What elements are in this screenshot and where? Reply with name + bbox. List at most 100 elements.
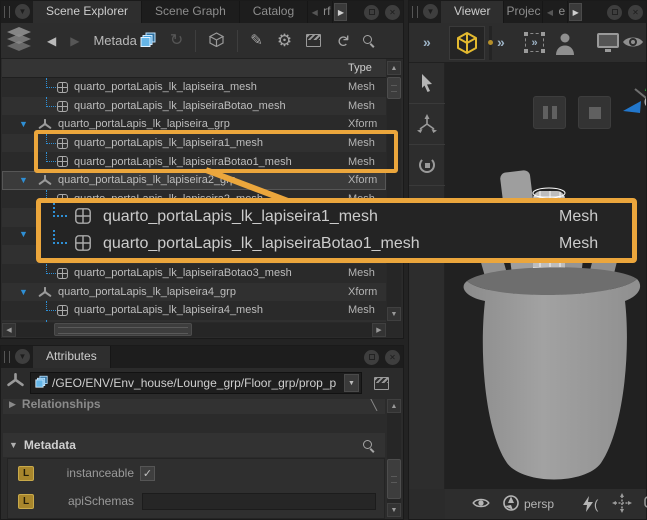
- back-button[interactable]: ◀: [47, 35, 56, 47]
- camera-aperture-icon[interactable]: [503, 495, 519, 514]
- viewer-tabbar: ▼ Viewer Projec ◀ e ▶ ✕: [409, 1, 646, 23]
- translate-tool-button[interactable]: [409, 104, 445, 145]
- panel-menu-button[interactable]: ▼: [15, 4, 30, 19]
- float-panel-button[interactable]: [364, 350, 379, 365]
- tab-project[interactable]: Projec: [504, 1, 543, 23]
- tab-scene-explorer[interactable]: Scene Explorer: [33, 1, 142, 23]
- forward-button[interactable]: ▶: [70, 35, 79, 47]
- tree-column-header[interactable]: Type: [2, 59, 386, 78]
- tree-row[interactable]: ▼quarto_portaLapis_lk_lapiseira4_grpXfor…: [2, 283, 386, 302]
- close-panel-button[interactable]: ✕: [628, 5, 643, 20]
- reload-cycle-button[interactable]: ↻: [334, 34, 350, 47]
- refresh-spiral-button[interactable]: ↻: [170, 33, 183, 49]
- horizontal-scrollbar[interactable]: ◀ ▶: [2, 323, 386, 337]
- tab-scroll-left-button[interactable]: ◀: [543, 1, 556, 23]
- search-icon[interactable]: [362, 439, 375, 452]
- app-layers-icon: [5, 27, 33, 54]
- expand-triangle-icon[interactable]: ▼: [19, 287, 28, 297]
- vertical-scrollbar[interactable]: ▲ ▼: [387, 399, 401, 517]
- tab-scroll-right-button[interactable]: ▶: [569, 3, 582, 21]
- mesh-icon: [75, 235, 91, 256]
- display-mode-cube-button[interactable]: [449, 26, 485, 60]
- apiSchemas-input[interactable]: [142, 493, 376, 510]
- monitor-button[interactable]: [597, 33, 619, 48]
- select-tool-button[interactable]: [409, 63, 445, 104]
- metadata-section-header[interactable]: ▼ Metadata: [3, 433, 385, 457]
- scroll-down-button[interactable]: ▼: [387, 503, 401, 517]
- camera-name-label[interactable]: persp: [524, 497, 554, 511]
- package-box-button[interactable]: [208, 32, 225, 50]
- tree-row[interactable]: quarto_portaLapis_lk_lapiseiraBotao3_mes…: [2, 264, 386, 283]
- scroll-left-button[interactable]: ◀: [2, 323, 16, 337]
- pencil-icon[interactable]: ╲: [370, 399, 377, 411]
- tab-clipped[interactable]: rf: [321, 1, 333, 23]
- float-panel-button[interactable]: [364, 5, 379, 20]
- path-dropdown-caret[interactable]: ▼: [344, 374, 359, 392]
- tree-row[interactable]: quarto_portaLapis_lk_lapiseiraBotao4_mes…: [2, 320, 386, 322]
- stop-button[interactable]: [578, 96, 611, 129]
- pan-tool-button[interactable]: [612, 493, 632, 516]
- scroll-right-button[interactable]: ▶: [372, 323, 386, 337]
- tree-row[interactable]: ▼quarto_portaLapis_lk_lapiseira2_grpXfor…: [2, 171, 386, 190]
- corner-handle: [524, 49, 528, 53]
- tab-label: Attributes: [46, 349, 97, 363]
- eye-icon[interactable]: [471, 496, 491, 513]
- scrollbar-thumb[interactable]: [54, 323, 192, 336]
- close-panel-button[interactable]: ✕: [385, 5, 400, 20]
- expand-triangle-icon[interactable]: ▼: [19, 175, 28, 185]
- expand-triangle-icon[interactable]: ▼: [19, 119, 28, 129]
- clapperboard-button[interactable]: [306, 34, 321, 47]
- tree-row[interactable]: quarto_portaLapis_lk_lapiseiraBotao_mesh…: [2, 97, 386, 116]
- close-panel-button[interactable]: ✕: [385, 350, 400, 365]
- prim-name: quarto_portaLapis_lk_lapiseiraBotao3_mes…: [74, 267, 292, 279]
- exposure-lightning-button[interactable]: (: [582, 496, 598, 512]
- axis-gizmo[interactable]: [621, 71, 646, 133]
- mesh-icon: [57, 101, 68, 115]
- settings-gear-button[interactable]: ⚙: [277, 32, 292, 49]
- float-panel-button[interactable]: [607, 5, 622, 20]
- person-button[interactable]: [554, 31, 576, 60]
- rotate-tool-button[interactable]: [409, 145, 445, 186]
- tab-scroll-right-button[interactable]: ▶: [334, 3, 347, 21]
- tab-catalog[interactable]: Catalog: [240, 1, 308, 23]
- tab-scroll-left-button[interactable]: ◀: [308, 1, 321, 23]
- prim-path-dropdown[interactable]: /GEO/ENV/Env_house/Lounge_grp/Floor_grp/…: [30, 372, 362, 394]
- tab-clipped[interactable]: e: [556, 1, 568, 23]
- viewport-3d[interactable]: [445, 63, 646, 489]
- prim-name: quarto_portaLapis_lk_lapiseira2_grp: [58, 174, 236, 186]
- selection-marquee-button[interactable]: »: [525, 33, 544, 52]
- expand-chevron-button[interactable]: »: [497, 34, 505, 50]
- relationships-section-header[interactable]: ▶ Relationships ╲: [3, 399, 385, 414]
- tab-viewer[interactable]: Viewer: [441, 1, 504, 23]
- expand-triangle-icon[interactable]: ▼: [19, 229, 28, 239]
- xform-icon: [7, 373, 24, 393]
- toolbar-separator: [237, 30, 238, 52]
- tree-row[interactable]: quarto_portaLapis_lk_lapiseira4_meshMesh: [2, 301, 386, 320]
- vertical-scrollbar[interactable]: ▲ ▼: [387, 61, 401, 321]
- search-button[interactable]: [362, 34, 375, 47]
- expand-chevron-button[interactable]: »: [423, 34, 431, 50]
- tab-scene-graph[interactable]: Scene Graph: [142, 1, 240, 23]
- scrollbar-thumb[interactable]: [387, 77, 401, 99]
- scroll-up-button[interactable]: ▲: [387, 61, 401, 75]
- tree-row[interactable]: quarto_portaLapis_lk_lapiseira_meshMesh: [2, 78, 386, 97]
- instanceable-checkbox[interactable]: ✓: [140, 466, 155, 481]
- panel-menu-button[interactable]: ▼: [15, 349, 30, 364]
- tab-label: Viewer: [454, 4, 490, 18]
- viewer-bottom-bar: persp (: [445, 489, 646, 519]
- eye-button[interactable]: [621, 33, 645, 56]
- panel-drag-handle[interactable]: [412, 6, 418, 18]
- pause-button[interactable]: [533, 96, 566, 129]
- panel-drag-handle[interactable]: [4, 6, 10, 18]
- scroll-down-button[interactable]: ▼: [387, 307, 401, 321]
- panel-menu-button[interactable]: ▼: [423, 4, 438, 19]
- viewer-toolbar: » » »: [409, 23, 646, 63]
- prim-cubes-icon[interactable]: [140, 32, 156, 50]
- tab-attributes[interactable]: Attributes: [33, 346, 111, 368]
- metadata-dropdown[interactable]: Metada: [93, 34, 136, 47]
- edit-pencil-button[interactable]: ✎: [250, 33, 263, 48]
- clapperboard-button[interactable]: [374, 377, 389, 390]
- scrollbar-thumb[interactable]: [387, 459, 401, 499]
- panel-drag-handle[interactable]: [4, 351, 10, 363]
- scroll-up-button[interactable]: ▲: [387, 399, 401, 413]
